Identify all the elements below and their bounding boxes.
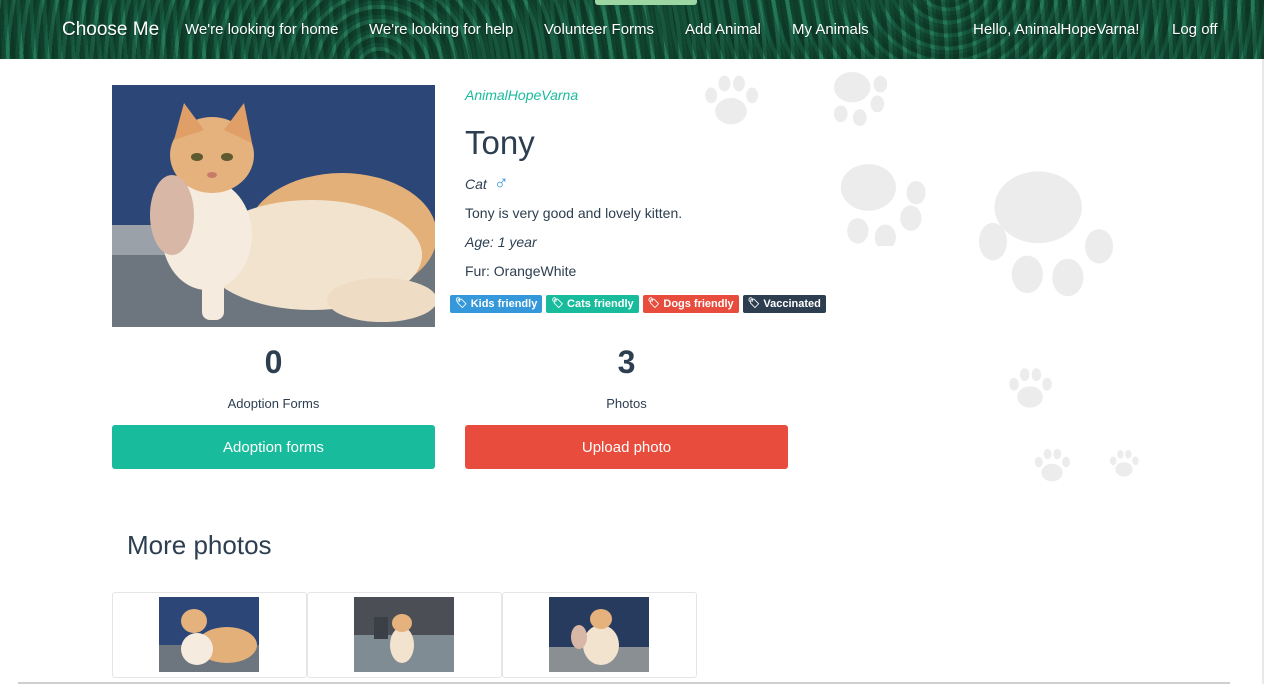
tag-dogs-friendly: 🏷 Dogs friendly	[642, 295, 739, 313]
animal-tags: 🏷 Kids friendly 🏷 Cats friendly 🏷 Dogs f…	[450, 295, 826, 313]
paw-print-icon	[818, 55, 894, 127]
user-greeting-link[interactable]: Hello, AnimalHopeVarna!	[973, 0, 1139, 59]
adoption-forms-label: Adoption Forms	[227, 396, 320, 411]
tag-vaccinated: 🏷 Vaccinated	[742, 295, 826, 313]
paw-print-icon	[1106, 446, 1142, 482]
top-navbar: Choose Me We're looking for home We're l…	[0, 0, 1264, 59]
photo-thumbnail[interactable]	[159, 597, 259, 672]
tag-label: Dogs friendly	[663, 298, 734, 310]
tag-label: Vaccinated	[763, 298, 821, 310]
tag-icon: 🏷	[455, 298, 468, 309]
tag-kids-friendly: 🏷 Kids friendly	[450, 295, 543, 313]
animal-fur: Fur: OrangeWhite	[465, 263, 577, 279]
tag-cats-friendly: 🏷 Cats friendly	[546, 295, 639, 313]
paw-print-icon	[698, 70, 764, 130]
tag-icon: 🏷	[747, 298, 761, 309]
species-label: Cat	[465, 176, 487, 192]
photo-thumbnail-card[interactable]	[112, 592, 307, 678]
male-icon: ♂	[493, 172, 509, 194]
upload-photo-button[interactable]: Upload photo	[465, 425, 788, 469]
species-line: Cat ♂	[465, 172, 509, 195]
photos-label: Photos	[606, 396, 647, 411]
animal-main-photo[interactable]	[112, 85, 435, 327]
paw-print-icon	[1002, 365, 1058, 413]
tag-icon: 🏷	[551, 298, 565, 309]
animal-age: Age: 1 year	[465, 234, 537, 250]
paw-print-icon	[968, 150, 1124, 302]
animal-name: Tony	[465, 124, 535, 161]
animal-description: Tony is very good and lovely kitten.	[465, 205, 683, 221]
photo-thumbnail[interactable]	[354, 597, 454, 672]
paw-print-icon	[1030, 446, 1074, 486]
adoption-forms-button[interactable]: Adoption forms	[112, 425, 435, 469]
tag-label: Cats friendly	[567, 298, 634, 310]
owner-link[interactable]: AnimalHopeVarna	[465, 87, 578, 103]
tag-icon: 🏷	[647, 298, 661, 309]
nav-link-looking-for-help[interactable]: We're looking for help	[369, 0, 513, 59]
photo-thumbnail-card[interactable]	[307, 592, 502, 678]
brand-link[interactable]: Choose Me	[62, 0, 159, 59]
photos-count: 3	[617, 344, 636, 380]
nav-link-my-animals[interactable]: My Animals	[792, 0, 869, 59]
nav-link-volunteer-forms[interactable]: Volunteer Forms	[544, 0, 654, 59]
photo-thumbnail-card[interactable]	[502, 592, 697, 678]
paw-print-icon	[826, 150, 932, 246]
adoption-forms-count: 0	[264, 344, 283, 380]
tag-label: Kids friendly	[470, 298, 538, 310]
nav-link-looking-for-home[interactable]: We're looking for home	[185, 0, 339, 59]
nav-link-add-animal[interactable]: Add Animal	[685, 0, 761, 59]
more-photos-title: More photos	[127, 530, 272, 560]
photo-thumbnail[interactable]	[549, 597, 649, 672]
logoff-link[interactable]: Log off	[1172, 0, 1218, 59]
